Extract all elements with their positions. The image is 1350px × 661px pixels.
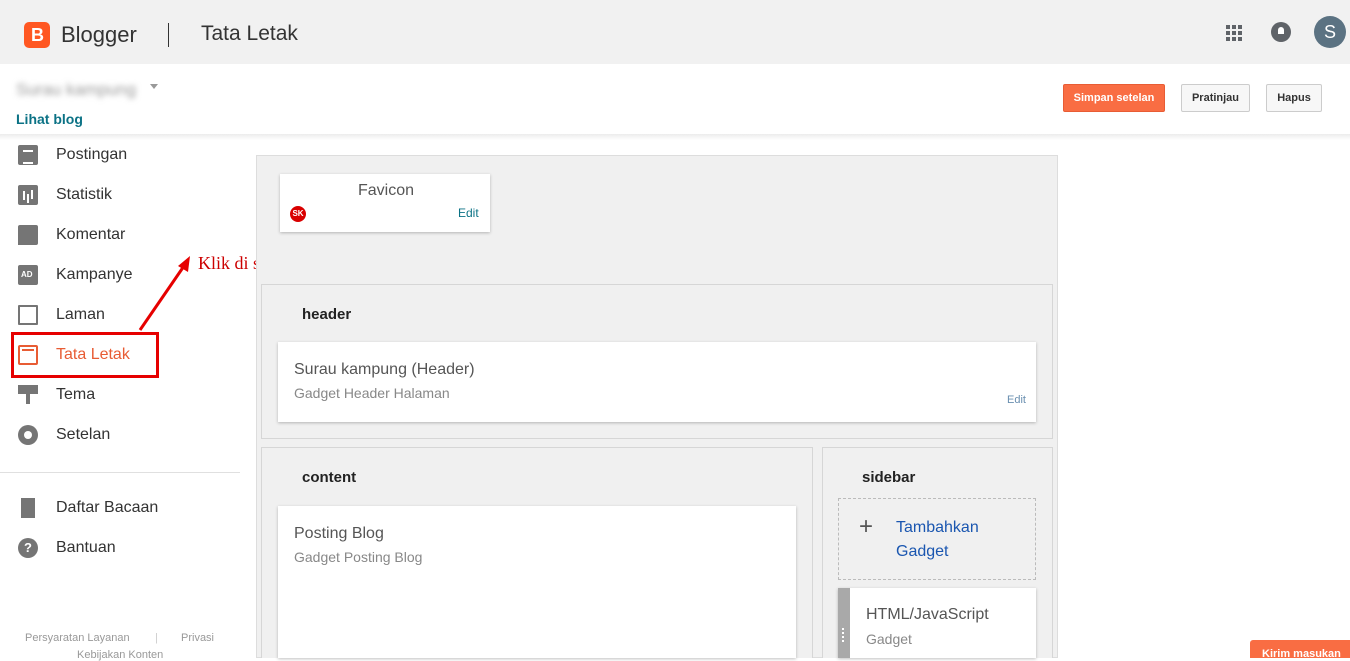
bookmark-icon [21, 498, 35, 518]
header-edit-link[interactable]: Edit [1007, 394, 1026, 406]
view-blog-link[interactable]: Lihat blog [16, 111, 83, 127]
sidebar-item-label: Kampanye [56, 266, 133, 283]
favicon-badge-icon: SK [290, 206, 306, 222]
header-gadget[interactable]: Surau kampung (Header) Gadget Header Hal… [278, 342, 1036, 422]
delete-button[interactable]: Hapus [1266, 84, 1322, 112]
blog-posts-subtitle: Gadget Posting Blog [294, 549, 423, 565]
html-gadget-title: HTML/JavaScript [866, 606, 989, 623]
footer-separator: | [155, 632, 158, 644]
sidebar-item-label: Tema [56, 386, 96, 403]
send-feedback-button[interactable]: Kirim masukan [1250, 640, 1350, 658]
brand-name[interactable]: Blogger [61, 22, 137, 48]
html-gadget-subtitle: Gadget [866, 631, 912, 647]
comment-icon [18, 225, 38, 245]
stats-icon [18, 185, 38, 205]
sidebar-divider [0, 472, 240, 473]
sidebar-item-label: Postingan [56, 146, 128, 163]
save-settings-button[interactable]: Simpan setelan [1063, 84, 1165, 112]
favicon-gadget[interactable]: Favicon SK Edit [280, 174, 490, 232]
blog-posts-gadget[interactable]: Posting Blog Gadget Posting Blog [278, 506, 796, 658]
favicon-title: Favicon [358, 182, 415, 199]
ad-icon [18, 265, 38, 285]
header-section-title: header [302, 306, 352, 323]
chevron-down-icon[interactable] [150, 84, 158, 89]
pages-icon [18, 305, 38, 325]
html-javascript-gadget[interactable]: HTML/JavaScript Gadget [838, 588, 1036, 658]
apps-grid-icon[interactable] [1226, 25, 1242, 41]
annotation-arrow-icon [138, 256, 190, 331]
sidebar-item-label: Statistik [56, 186, 113, 203]
terms-link[interactable]: Persyaratan Layanan [25, 632, 130, 644]
add-gadget-label: Tambahkan Gadget [896, 519, 979, 560]
sidebar-item-label: Laman [56, 306, 105, 323]
top-app-bar: B Blogger Tata Letak S [0, 0, 1350, 64]
help-icon [18, 538, 38, 558]
blog-posts-title: Posting Blog [294, 525, 384, 542]
page-title: Tata Letak [201, 22, 298, 45]
plus-icon: + [859, 513, 874, 540]
blog-selector[interactable]: Surau kampung [16, 80, 136, 100]
content-policy-link[interactable]: Kebijakan Konten [77, 649, 163, 661]
favicon-edit-link[interactable]: Edit [458, 206, 479, 220]
posts-icon [18, 145, 38, 165]
header-gadget-title: Surau kampung (Header) [294, 361, 475, 378]
content-section-title: content [302, 469, 357, 486]
header-gadget-subtitle: Gadget Header Halaman [294, 385, 450, 401]
drag-handle[interactable] [838, 588, 850, 658]
blogger-logo-icon[interactable]: B [24, 22, 50, 48]
sidebar-item-label: Bantuan [56, 539, 116, 556]
sidebar-item-label: Komentar [56, 226, 126, 243]
add-gadget-button[interactable]: + Tambahkan Gadget [838, 498, 1036, 580]
sidebar-section-title: sidebar [862, 469, 916, 486]
preview-button[interactable]: Pratinjau [1181, 84, 1250, 112]
gear-icon [18, 425, 38, 445]
title-divider [168, 23, 169, 47]
header-shadow [0, 134, 1350, 140]
sidebar-item-label: Setelan [56, 426, 111, 443]
notifications-bell-icon[interactable] [1271, 22, 1291, 42]
privacy-link[interactable]: Privasi [181, 632, 214, 644]
account-avatar[interactable]: S [1314, 16, 1346, 48]
sidebar-item-label: Daftar Bacaan [56, 499, 159, 516]
paint-roller-icon [18, 385, 38, 404]
